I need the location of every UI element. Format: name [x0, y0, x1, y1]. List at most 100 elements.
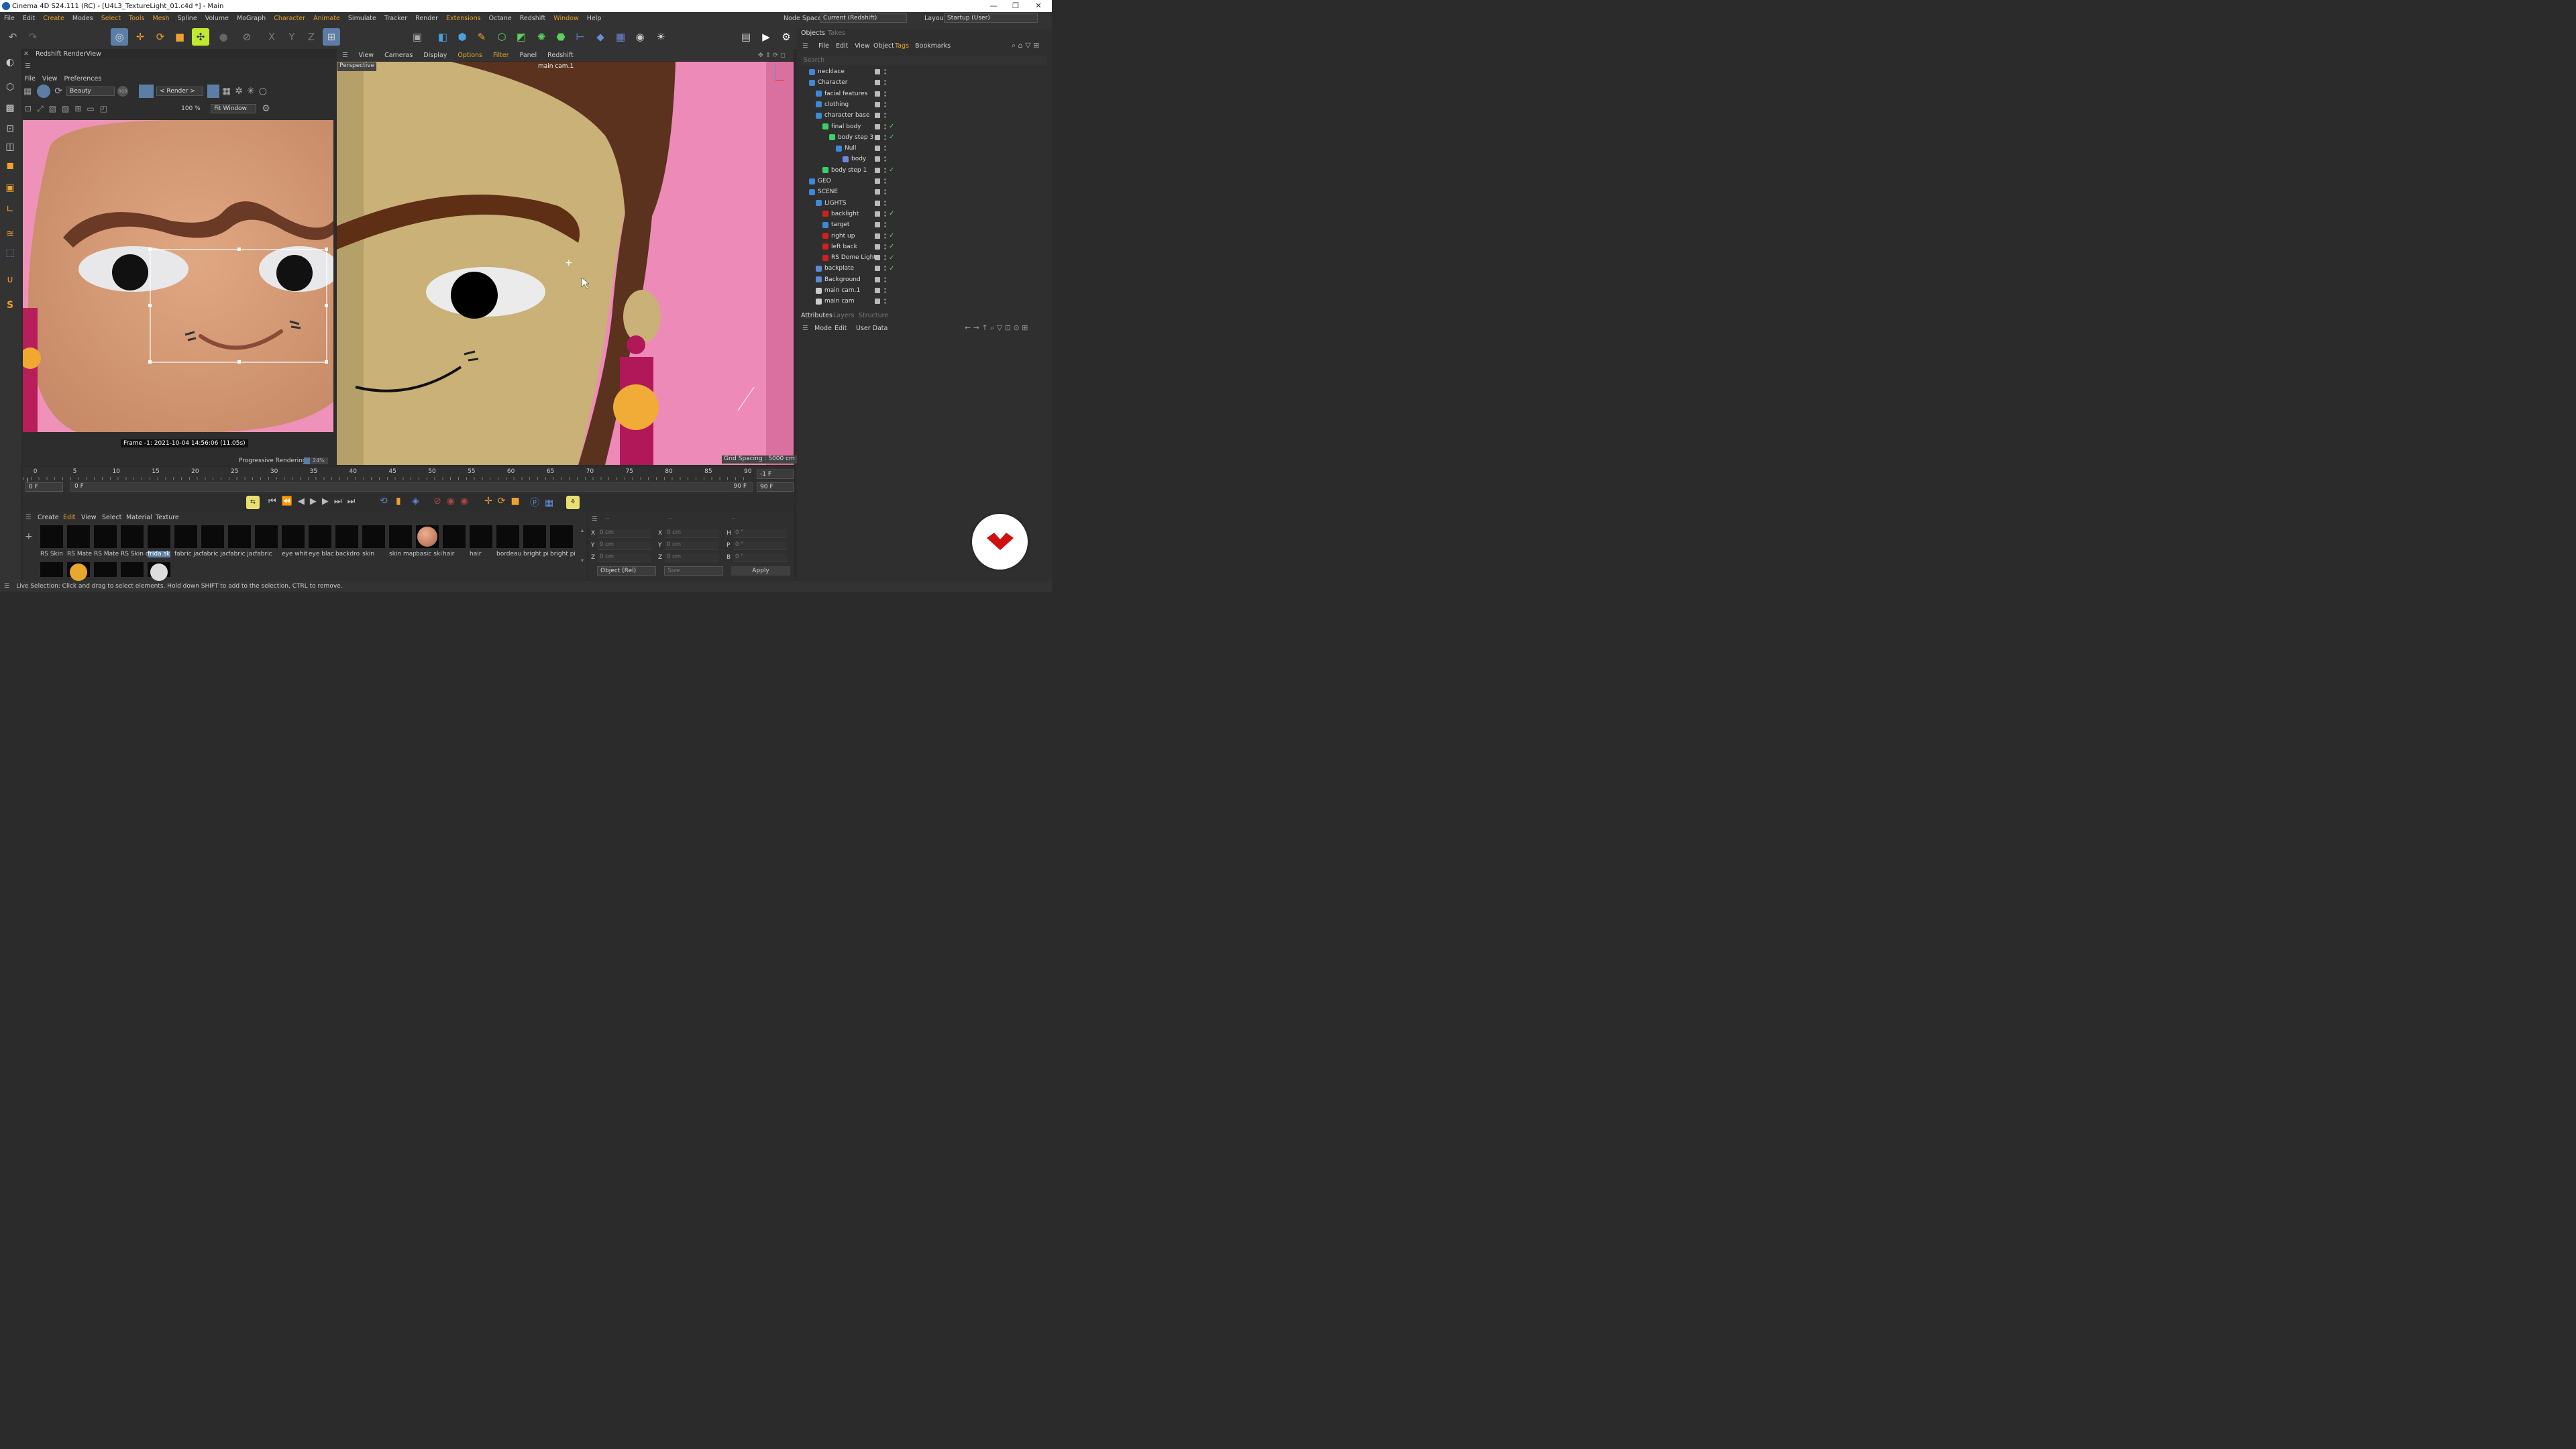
menu-redshift[interactable]: Redshift	[516, 15, 550, 22]
enabled-check[interactable]: ✓	[889, 133, 894, 141]
material-swatch[interactable]	[416, 525, 439, 548]
layer-toggle-icon[interactable]	[875, 189, 880, 195]
rot-p-field[interactable]: 0 °	[733, 541, 787, 550]
circle-icon[interactable]: ○	[259, 86, 267, 97]
tab-objects[interactable]: Objects	[801, 30, 825, 37]
menu-help[interactable]: Help	[583, 15, 606, 22]
visibility-dots[interactable]	[884, 276, 886, 283]
magnet-icon[interactable]: ∪	[2, 272, 18, 288]
object-axis-icon[interactable]: ⊘	[238, 28, 256, 46]
visibility-dots[interactable]	[884, 112, 886, 119]
object-row[interactable]: main cam.1	[798, 285, 1046, 296]
close-panel-icon[interactable]: ✕	[23, 50, 29, 58]
menu-edit[interactable]: Edit	[19, 15, 39, 22]
close-button[interactable]: ✕	[1027, 0, 1050, 12]
mat-menu-select[interactable]: Select	[102, 514, 121, 521]
mat-menu-view[interactable]: View	[81, 514, 97, 521]
object-row[interactable]: GEO	[798, 176, 1046, 186]
menu-tracker[interactable]: Tracker	[380, 15, 411, 22]
material-swatch[interactable]	[40, 525, 63, 548]
node-space-select[interactable]: Current (Redshift)	[820, 13, 907, 23]
uv-mode-icon[interactable]: ▣	[2, 180, 18, 196]
coord-hamburger-icon[interactable]: ☰	[592, 515, 598, 523]
rot-h-field[interactable]: 0 °	[733, 529, 787, 538]
edges-mode-icon[interactable]: ◫	[2, 139, 18, 155]
material-swatch[interactable]	[335, 525, 358, 548]
menu-character[interactable]: Character	[270, 15, 309, 22]
points-mode-icon[interactable]: ⊡	[2, 121, 18, 137]
coord-mode-select[interactable]: Object (Rel)	[597, 566, 656, 576]
mat-hamburger-icon[interactable]: ☰	[25, 514, 32, 521]
workplane-icon[interactable]: ≋	[2, 226, 18, 242]
menu-tools[interactable]: Tools	[125, 15, 148, 22]
start-render-icon[interactable]	[37, 85, 51, 98]
object-row[interactable]: LIGHTS	[798, 198, 1046, 209]
material-swatch[interactable]	[282, 525, 305, 548]
pv-icon[interactable]: ▭	[87, 104, 94, 113]
pos-x-field[interactable]: 0 cm	[598, 529, 651, 538]
texture-mode-icon[interactable]: ▩	[2, 100, 18, 116]
visibility-dots[interactable]	[884, 145, 886, 152]
layer-toggle-icon[interactable]	[875, 211, 880, 217]
end-frame-field[interactable]: 90 F	[757, 482, 794, 492]
vp-menu-panel[interactable]: Panel	[515, 52, 543, 59]
mat-scroll-icon[interactable]: ▴ ▾	[581, 527, 584, 574]
layer-toggle-icon[interactable]	[875, 233, 880, 239]
attr-menu-edit[interactable]: Edit	[835, 325, 847, 332]
cube-icon[interactable]: ◧	[434, 28, 451, 46]
vp-menu-display[interactable]: Display	[418, 52, 452, 59]
menu-file[interactable]: File	[0, 15, 19, 22]
snowflake-icon[interactable]: ✲	[235, 86, 243, 97]
enabled-check[interactable]: ✓	[889, 123, 894, 130]
attr-menu-userdata[interactable]: User Data	[856, 325, 888, 332]
vp-nav-icons[interactable]: ✥ ⇕ ⟳ ◻	[753, 52, 791, 59]
visibility-dots[interactable]	[884, 287, 886, 294]
keyframe-mode-icon[interactable]: ⇆	[246, 496, 260, 509]
cloner-icon[interactable]: ✺	[533, 28, 550, 46]
sound-icon[interactable]: ◈	[412, 496, 419, 506]
menu-modes[interactable]: Modes	[68, 15, 97, 22]
image-icon[interactable]: ▨	[62, 104, 69, 113]
object-row[interactable]: RS Dome Light ✓	[798, 252, 1046, 263]
floor-icon[interactable]: ▦	[612, 28, 629, 46]
attr-menu-mode[interactable]: Mode	[814, 325, 832, 332]
size-x-field[interactable]: 0 cm	[665, 529, 718, 538]
motion-icon[interactable]: ⚘	[566, 496, 580, 509]
render-icon[interactable]: ▶	[757, 28, 775, 46]
light-icon[interactable]: ☀	[652, 28, 669, 46]
transform-icon[interactable]: ✣	[192, 28, 209, 46]
render-settings-icon[interactable]: ⚙	[777, 28, 795, 46]
visibility-dots[interactable]	[884, 189, 886, 196]
viewport-3d[interactable]: +	[337, 62, 794, 465]
object-search-input[interactable]	[801, 56, 1046, 65]
keyframe-icon[interactable]: ▮	[396, 496, 401, 506]
layer-toggle-icon[interactable]	[875, 255, 880, 261]
layer-toggle-icon[interactable]	[875, 288, 880, 293]
playback-controls[interactable]: ⏮⏪◀▶▶⏭⏭	[268, 496, 360, 506]
layer-toggle-icon[interactable]	[875, 69, 880, 74]
layer-toggle-icon[interactable]	[875, 222, 880, 228]
mat-menu-texture[interactable]: Texture	[156, 514, 179, 521]
enabled-check[interactable]: ✓	[889, 166, 894, 174]
visibility-dots[interactable]	[884, 178, 886, 184]
layer-toggle-icon[interactable]	[875, 134, 880, 140]
vp-menu-options[interactable]: Options	[452, 52, 488, 59]
object-row[interactable]: body	[798, 154, 1046, 164]
object-row[interactable]: right up ✓	[798, 231, 1046, 241]
timeline[interactable]: 0 5 10 15 20 25 30 35 40 45 50 55 60 65 70 75 80 85 90 -1 …	[23, 467, 794, 494]
maximize-button[interactable]: ❐	[1004, 0, 1027, 12]
object-row[interactable]: left back ✓	[798, 241, 1046, 252]
layer-toggle-icon[interactable]	[875, 156, 880, 162]
layer-toggle-icon[interactable]	[875, 101, 880, 107]
material-swatch[interactable]	[228, 525, 251, 548]
x-axis-lock[interactable]: X	[263, 28, 280, 46]
visibility-dots[interactable]	[884, 68, 886, 75]
tab-takes[interactable]: Takes	[828, 30, 845, 37]
live-selection-icon[interactable]: ◎	[111, 28, 128, 46]
menu-create[interactable]: Create	[39, 15, 68, 22]
y-axis-lock[interactable]: Y	[283, 28, 301, 46]
timeline-ruler[interactable]: 0 5 10 15 20 25 30 35 40 45 50 55 60 65 70 75 80 85 90	[23, 467, 754, 480]
pos-y-field[interactable]: 0 cm	[598, 541, 651, 550]
object-row[interactable]: facial features	[798, 89, 1046, 99]
snap-icon[interactable]: ⬚	[2, 245, 18, 261]
